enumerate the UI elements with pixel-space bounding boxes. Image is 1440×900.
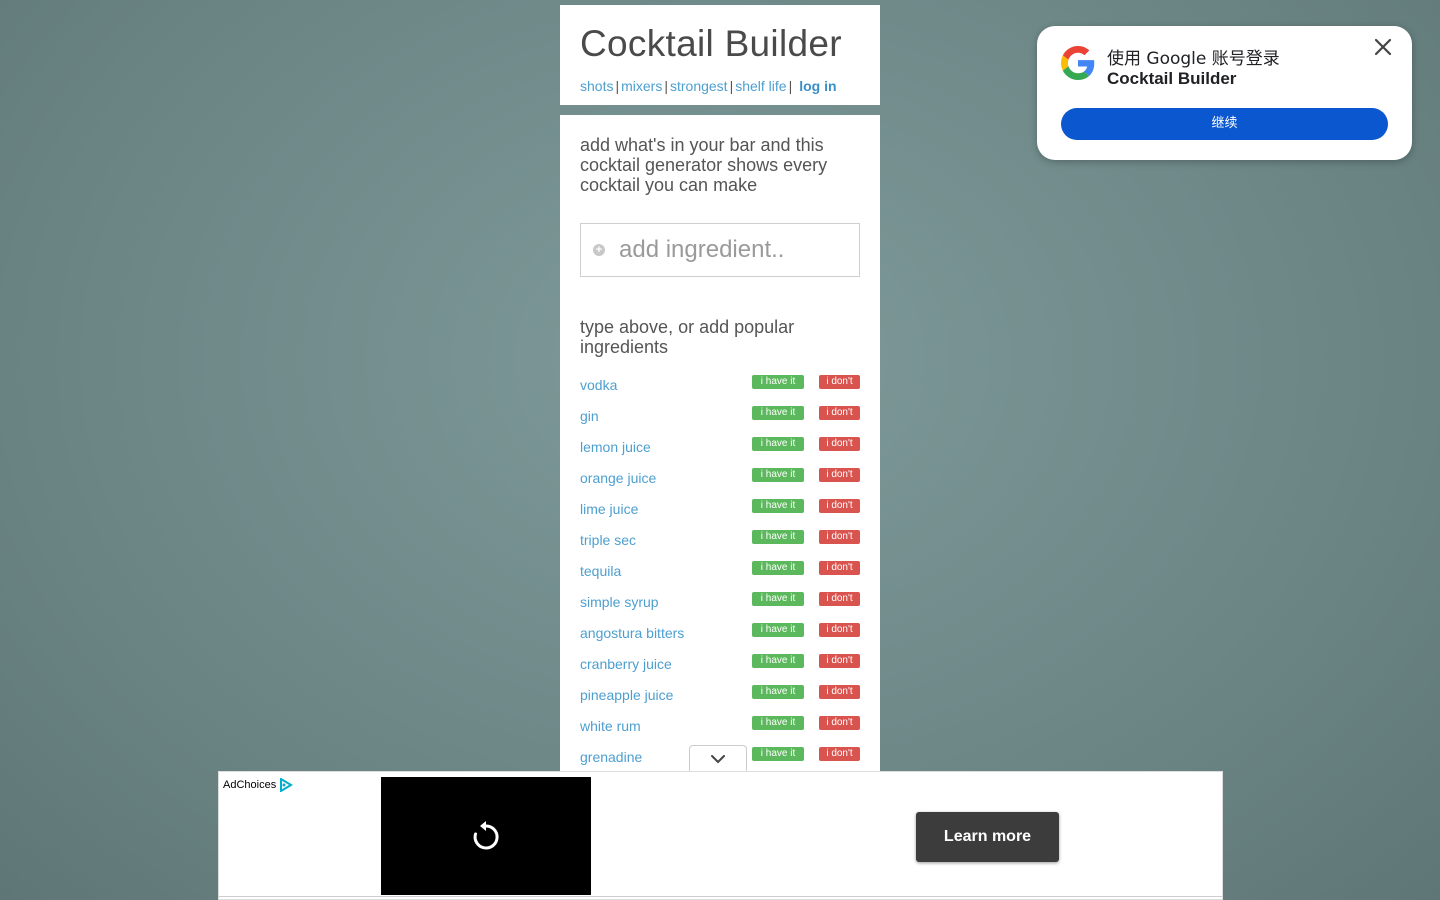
dont-have-button[interactable]: i don't xyxy=(819,468,860,482)
have-it-button[interactable]: i have it xyxy=(752,654,804,668)
nav-shelf-life[interactable]: shelf life xyxy=(735,78,786,94)
site-title[interactable]: Cocktail Builder xyxy=(580,23,860,65)
ingredient-row: triple sec i have it i don't xyxy=(580,526,860,557)
nav-separator: | xyxy=(664,78,668,94)
ingredient-row: simple syrup i have it i don't xyxy=(580,588,860,619)
header-card: Cocktail Builder shots | mixers | strongest |… xyxy=(560,5,880,105)
ingredient-row: orange juice i have it i don't xyxy=(580,464,860,495)
dont-have-button[interactable]: i don't xyxy=(819,561,860,575)
dont-have-button[interactable]: i don't xyxy=(819,654,860,668)
have-it-button[interactable]: i have it xyxy=(752,406,804,420)
dont-have-button[interactable]: i don't xyxy=(819,437,860,451)
dont-have-button[interactable]: i don't xyxy=(819,716,860,730)
ingredient-link[interactable]: lime juice xyxy=(580,495,638,517)
plus-circle-icon: + xyxy=(593,244,605,256)
collapse-ad-button[interactable] xyxy=(689,745,747,772)
ingredient-link[interactable]: lemon juice xyxy=(580,433,651,455)
ingredient-list: vodka i have it i don't gin i have it i … xyxy=(580,371,860,774)
nav-mixers[interactable]: mixers xyxy=(621,78,662,94)
close-x-icon xyxy=(1374,38,1392,56)
dont-have-button[interactable]: i don't xyxy=(819,747,860,761)
google-popup-title: 使用 Google 账号登录 xyxy=(1107,49,1280,69)
dont-have-button[interactable]: i don't xyxy=(819,623,860,637)
dont-have-button[interactable]: i don't xyxy=(819,406,860,420)
ingredient-link[interactable]: vodka xyxy=(580,371,617,393)
ad-video[interactable] xyxy=(381,777,591,895)
main-card: add what's in your bar and this cocktail… xyxy=(560,115,880,795)
google-popup-site: Cocktail Builder xyxy=(1107,69,1237,88)
ingredient-link[interactable]: triple sec xyxy=(580,526,636,548)
have-it-button[interactable]: i have it xyxy=(752,468,804,482)
ingredient-link[interactable]: grenadine xyxy=(580,743,642,765)
nav-separator: | xyxy=(729,78,734,94)
ingredient-link[interactable]: cranberry juice xyxy=(580,650,672,672)
ingredient-row: pineapple juice i have it i don't xyxy=(580,681,860,712)
dont-have-button[interactable]: i don't xyxy=(819,685,860,699)
chevron-down-icon xyxy=(711,755,725,764)
ingredient-row: white rum i have it i don't xyxy=(580,712,860,743)
google-signin-popup: 使用 Google 账号登录 Cocktail Builder 继续 xyxy=(1037,26,1412,160)
have-it-button[interactable]: i have it xyxy=(752,561,804,575)
ingredient-link[interactable]: angostura bitters xyxy=(580,619,684,641)
ingredient-link[interactable]: pineapple juice xyxy=(580,681,673,703)
learn-more-button[interactable]: Learn more xyxy=(916,812,1059,862)
popular-heading: type above, or add popular ingredients xyxy=(580,317,795,357)
intro-text: add what's in your bar and this cocktail… xyxy=(580,135,828,195)
nav-strongest[interactable]: strongest xyxy=(670,78,728,94)
have-it-button[interactable]: i have it xyxy=(752,716,804,730)
continue-button[interactable]: 继续 xyxy=(1061,108,1388,140)
ad-divider xyxy=(219,896,1222,897)
ad-banner: AdChoices Learn more xyxy=(218,771,1223,900)
ingredient-search-input[interactable] xyxy=(617,235,851,265)
have-it-button[interactable]: i have it xyxy=(752,375,804,389)
dont-have-button[interactable]: i don't xyxy=(819,499,860,513)
ingredient-row: tequila i have it i don't xyxy=(580,557,860,588)
nav-separator: | xyxy=(615,78,620,94)
search-box[interactable]: + xyxy=(580,223,860,277)
adchoices-label: AdChoices xyxy=(223,779,277,791)
ingredient-row: lime juice i have it i don't xyxy=(580,495,860,526)
dont-have-button[interactable]: i don't xyxy=(819,375,860,389)
ingredient-row: vodka i have it i don't xyxy=(580,371,860,402)
ingredient-row: gin i have it i don't xyxy=(580,402,860,433)
have-it-button[interactable]: i have it xyxy=(752,437,804,451)
google-logo-icon xyxy=(1061,46,1095,80)
have-it-button[interactable]: i have it xyxy=(752,592,804,606)
ingredient-link[interactable]: gin xyxy=(580,402,599,424)
ingredient-row: lemon juice i have it i don't xyxy=(580,433,860,464)
have-it-button[interactable]: i have it xyxy=(752,685,804,699)
ingredient-link[interactable]: white rum xyxy=(580,712,641,734)
ingredient-row: angostura bitters i have it i don't xyxy=(580,619,860,650)
have-it-button[interactable]: i have it xyxy=(752,623,804,637)
nav-bar: shots | mixers | strongest | shelf life | log in xyxy=(580,78,860,94)
dont-have-button[interactable]: i don't xyxy=(819,592,860,606)
ingredient-link[interactable]: tequila xyxy=(580,557,621,579)
nav-separator: | xyxy=(788,78,793,94)
nav-shots[interactable]: shots xyxy=(580,78,613,94)
have-it-button[interactable]: i have it xyxy=(752,530,804,544)
replay-icon[interactable] xyxy=(471,820,501,852)
have-it-button[interactable]: i have it xyxy=(752,499,804,513)
ingredient-row: cranberry juice i have it i don't xyxy=(580,650,860,681)
ingredient-link[interactable]: orange juice xyxy=(580,464,656,486)
ingredient-link[interactable]: simple syrup xyxy=(580,588,659,610)
adchoices-icon xyxy=(280,778,294,792)
have-it-button[interactable]: i have it xyxy=(752,747,804,761)
nav-login[interactable]: log in xyxy=(799,78,836,94)
close-icon[interactable] xyxy=(1372,38,1394,60)
dont-have-button[interactable]: i don't xyxy=(819,530,860,544)
adchoices-link[interactable]: AdChoices xyxy=(223,778,294,792)
